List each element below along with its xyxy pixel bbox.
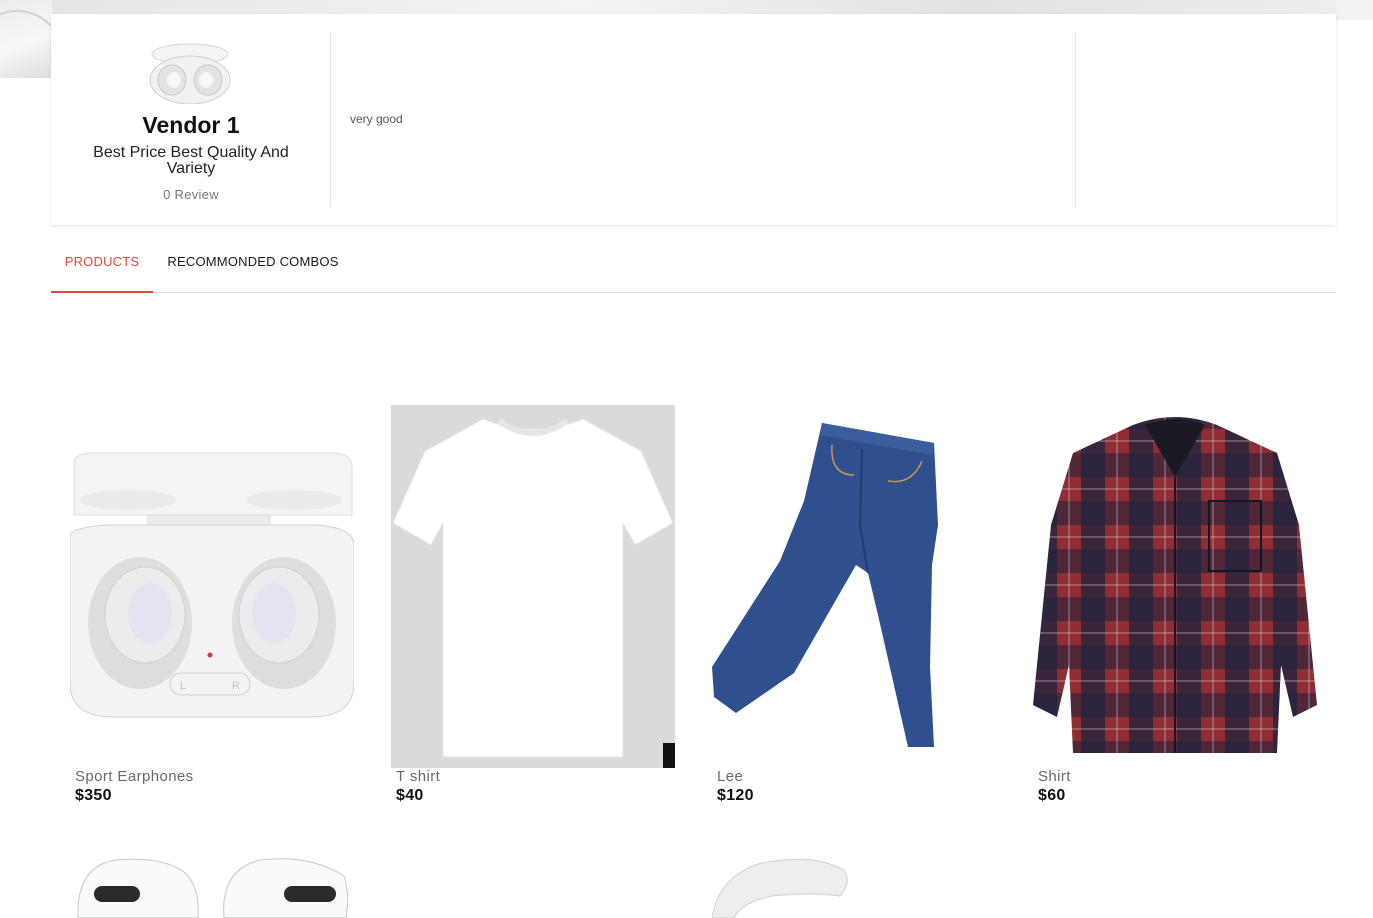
plaid-shirt-image[interactable] bbox=[1033, 405, 1317, 768]
earbuds-case-image[interactable]: L R bbox=[70, 405, 354, 768]
product-card[interactable]: T shirt $40 bbox=[391, 405, 675, 804]
banner-image-left bbox=[0, 0, 64, 78]
vendor-logo-icon bbox=[149, 40, 231, 105]
product-price: $120 bbox=[717, 787, 754, 804]
vendor-card-divider bbox=[1075, 32, 1076, 207]
vendor-tabs: PRODUCTS RECOMMONDED COMBOS bbox=[51, 238, 1336, 293]
product-price: $350 bbox=[75, 787, 112, 804]
product-card[interactable] bbox=[70, 852, 354, 918]
ear-hook-image[interactable] bbox=[712, 852, 996, 918]
airpods-image[interactable] bbox=[70, 852, 354, 918]
product-card[interactable]: Shirt $60 bbox=[1033, 405, 1317, 804]
product-card[interactable]: Lee $120 bbox=[712, 405, 996, 804]
product-price: $60 bbox=[1038, 787, 1066, 804]
blue-jeans-image[interactable] bbox=[712, 405, 996, 768]
vendor-review-count[interactable]: 0 Review bbox=[51, 187, 331, 202]
svg-text:R: R bbox=[232, 680, 240, 692]
product-price: $40 bbox=[396, 787, 424, 804]
product-name[interactable]: T shirt bbox=[396, 768, 440, 785]
banner-image-right bbox=[1336, 0, 1373, 20]
product-card[interactable]: L R Sport Earphones $350 bbox=[70, 405, 354, 804]
product-name[interactable]: Sport Earphones bbox=[75, 768, 194, 785]
vendor-card: Vendor 1 Best Price Best Quality And Var… bbox=[51, 14, 1336, 225]
svg-text:L: L bbox=[180, 680, 186, 692]
vendor-name: Vendor 1 bbox=[142, 112, 240, 138]
product-card[interactable] bbox=[712, 852, 996, 918]
vendor-tagline: Best Price Best Quality And Variety bbox=[93, 144, 289, 177]
tab-products[interactable]: PRODUCTS bbox=[51, 238, 153, 293]
banner-image-top bbox=[52, 0, 1373, 14]
tab-recommended-combos[interactable]: RECOMMONDED COMBOS bbox=[153, 238, 353, 293]
white-tshirt-image[interactable] bbox=[391, 405, 675, 768]
vendor-description: very good bbox=[350, 112, 403, 126]
vendor-profile: Vendor 1 Best Price Best Quality And Var… bbox=[51, 32, 331, 207]
product-name[interactable]: Lee bbox=[717, 768, 743, 785]
product-name[interactable]: Shirt bbox=[1038, 768, 1071, 785]
